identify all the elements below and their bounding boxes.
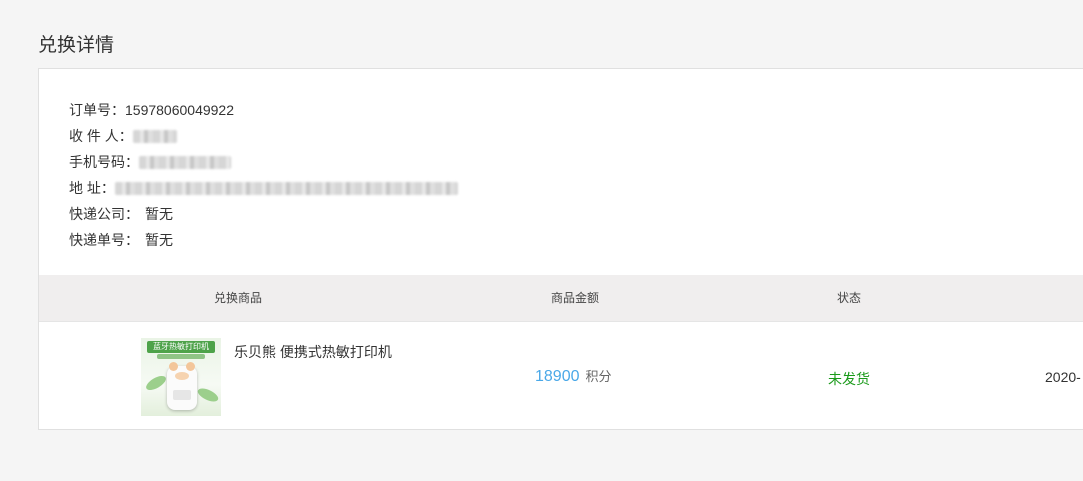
phone-value-redacted: [139, 155, 231, 169]
product-amount: 18900 积分: [535, 366, 612, 386]
address-label: 地 址：: [69, 180, 115, 196]
leaf-decoration: [195, 385, 221, 405]
product-image[interactable]: 蓝牙热敏打印机: [141, 338, 221, 416]
tracking-label: 快递单号：: [69, 232, 139, 248]
order-number-value: 15978060049922: [125, 102, 235, 118]
phone-row: 手机号码：: [69, 149, 458, 175]
printer-face: [175, 372, 189, 380]
recipient-row: 收 件 人：: [69, 123, 458, 149]
printer-slot: [173, 390, 191, 400]
product-image-subbanner: [157, 354, 205, 359]
order-info: 订单号： 15978060049922 收 件 人： 手机号码： 地 址： 快递…: [69, 97, 458, 253]
recipient-label: 收 件 人：: [69, 128, 133, 144]
product-image-banner: 蓝牙热敏打印机: [147, 341, 215, 353]
recipient-value-redacted: [132, 129, 177, 143]
order-number-label: 订单号：: [69, 102, 125, 118]
printer-ear: [169, 362, 178, 371]
header-amount: 商品金额: [550, 291, 600, 305]
leaf-decoration: [143, 373, 169, 393]
order-detail-panel: 订单号： 15978060049922 收 件 人： 手机号码： 地 址： 快递…: [38, 68, 1083, 430]
header-product: 兑换商品: [213, 291, 263, 305]
order-number-row: 订单号： 15978060049922: [69, 97, 458, 123]
amount-value: 18900: [535, 368, 580, 385]
amount-unit: 积分: [585, 369, 612, 384]
table-row: 蓝牙热敏打印机 乐贝熊 便携式热敏打印机 18900 积分 未发货 2020-: [39, 322, 1083, 429]
phone-label: 手机号码：: [69, 154, 139, 170]
tracking-row: 快递单号： 暂无: [69, 227, 458, 253]
printer-illustration: [167, 362, 197, 410]
address-value-redacted: [114, 181, 458, 195]
table-header: 兑换商品 商品金额 状态: [39, 275, 1083, 322]
address-row: 地 址：: [69, 175, 458, 201]
tracking-value: 暂无: [145, 232, 173, 248]
order-date: 2020-: [1045, 369, 1081, 385]
header-status: 状态: [836, 291, 862, 305]
courier-row: 快递公司： 暂无: [69, 201, 458, 227]
page-title: 兑换详情: [38, 35, 115, 56]
status-badge: 未发货: [828, 371, 870, 387]
courier-value: 暂无: [145, 206, 173, 222]
product-name[interactable]: 乐贝熊 便携式热敏打印机: [234, 342, 392, 362]
courier-label: 快递公司：: [69, 206, 139, 222]
printer-ear: [186, 362, 195, 371]
